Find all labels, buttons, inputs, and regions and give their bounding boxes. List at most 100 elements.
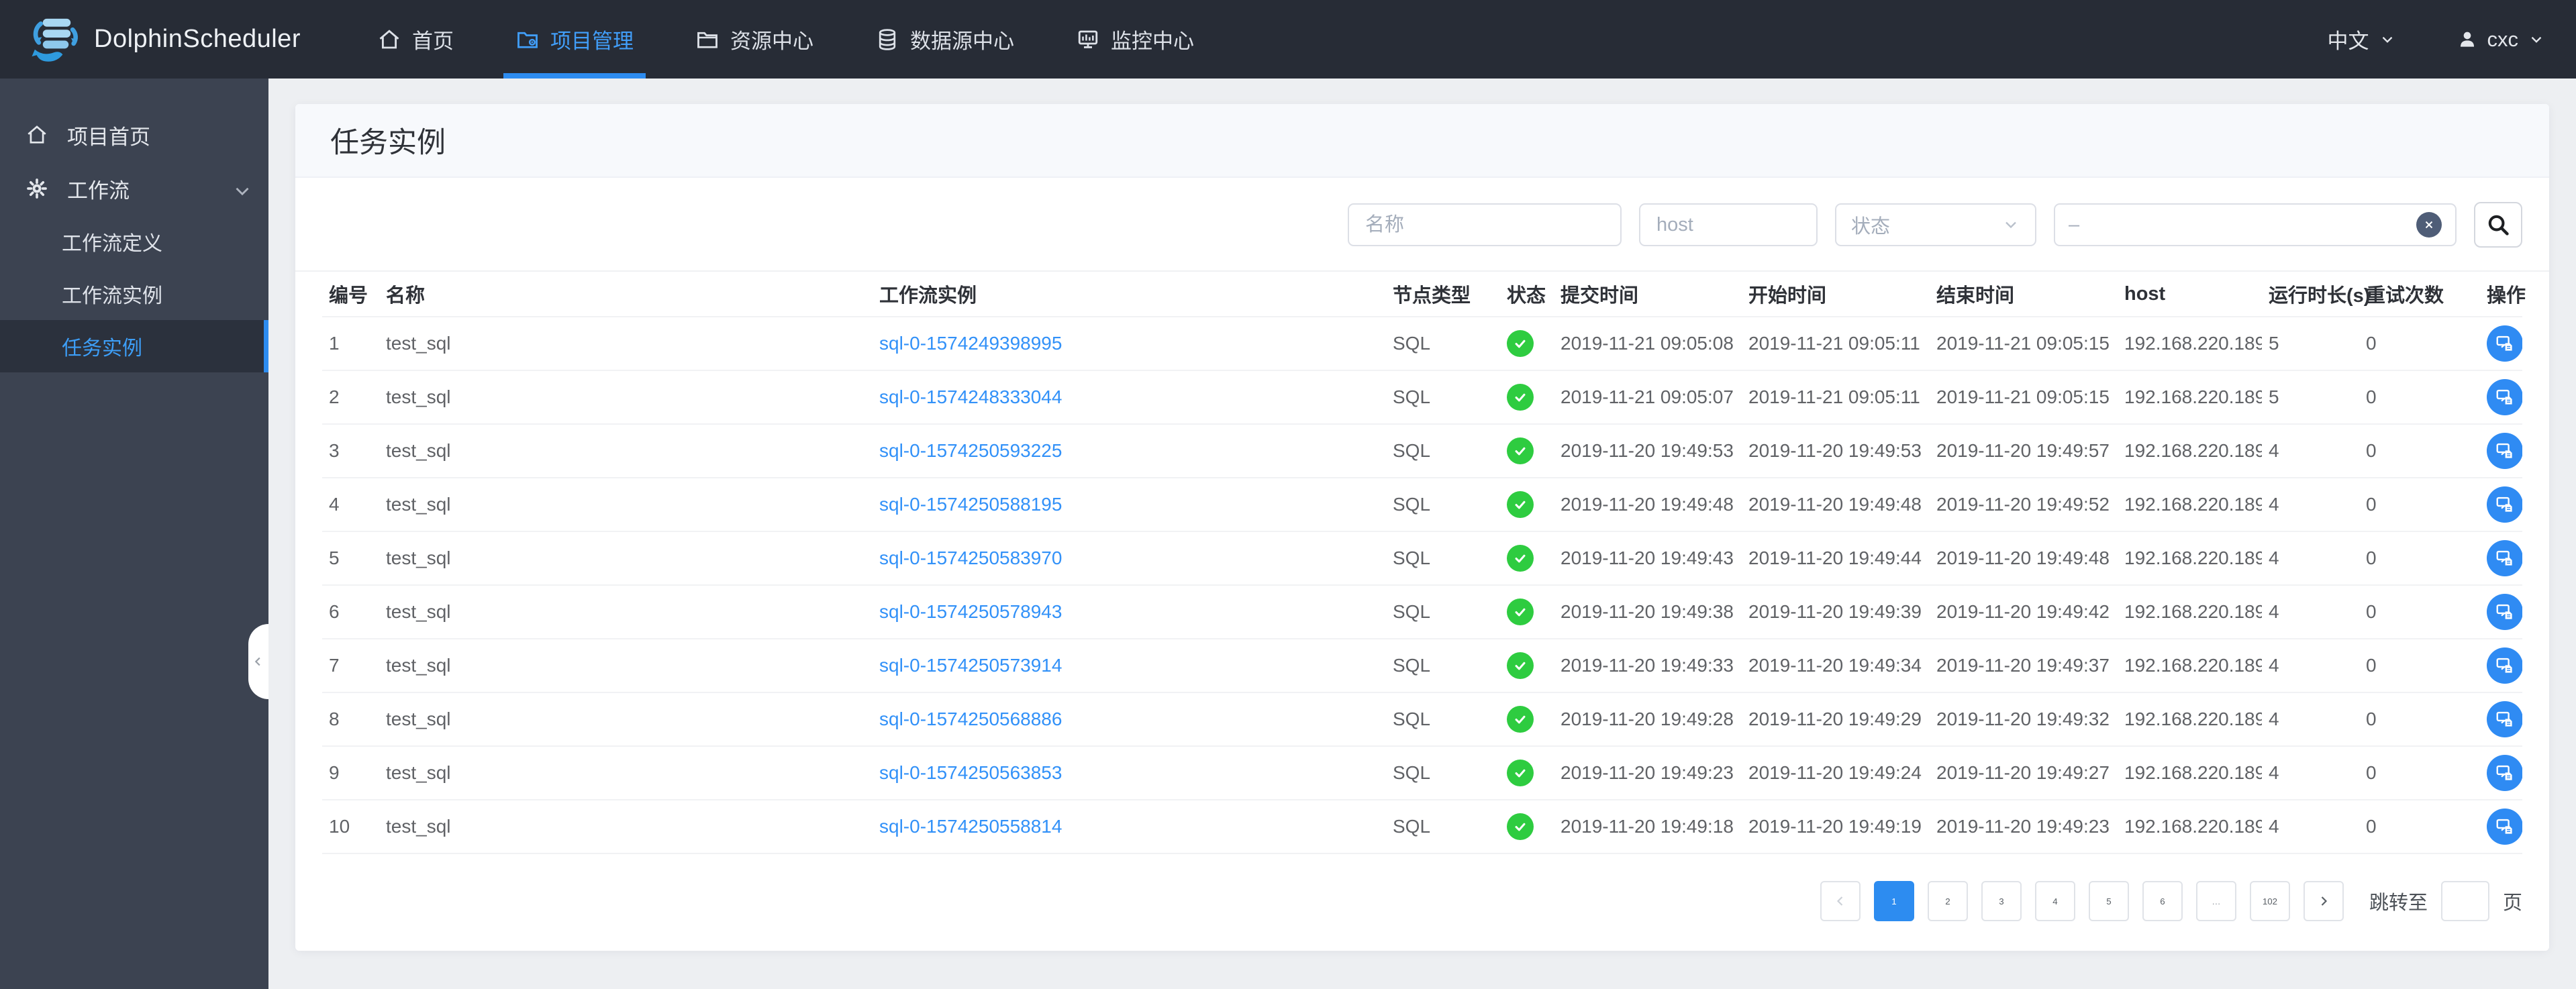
nav-item-label: 数据源中心 xyxy=(910,30,1014,53)
sidebar-item-工作流[interactable]: 工作流 xyxy=(0,162,268,215)
view-log-button[interactable] xyxy=(2487,647,2522,684)
view-log-button[interactable] xyxy=(2487,379,2522,415)
end-time: 2019-11-21 09:05:15 xyxy=(1936,386,2110,407)
clear-date-button[interactable] xyxy=(2416,212,2442,238)
page-button-5[interactable]: 5 xyxy=(2088,881,2129,921)
task-name-cell: test_sql xyxy=(379,386,873,408)
task-name-cell: test_sql xyxy=(379,816,873,837)
submit-time-cell: 2019-11-20 19:49:18 xyxy=(1554,816,1742,837)
workflow-instance-link[interactable]: sql-0-1574250558814 xyxy=(879,816,1062,837)
nav-item-首页[interactable]: 首页 xyxy=(346,0,485,79)
host-address: 192.168.220.189 xyxy=(2124,333,2262,354)
workflow-instance-link[interactable]: sql-0-1574250578943 xyxy=(879,601,1062,622)
nav-item-监控中心[interactable]: 监控中心 xyxy=(1045,0,1225,79)
page-ellipsis[interactable]: … xyxy=(2195,881,2236,921)
view-log-button[interactable] xyxy=(2487,594,2522,630)
column-header-状态: 状态 xyxy=(1507,285,1546,307)
start-time: 2019-11-21 09:05:11 xyxy=(1748,333,1920,354)
sidebar-item-任务实例[interactable]: 任务实例 xyxy=(0,320,268,372)
duration-seconds: 4 xyxy=(2269,762,2279,783)
workflow-instance-link[interactable]: sql-0-1574250568886 xyxy=(879,709,1062,729)
workflow-instance-link-cell: sql-0-1574249398995 xyxy=(873,333,1386,354)
duration-seconds-cell: 4 xyxy=(2262,440,2359,462)
app-logo[interactable]: DolphinScheduler xyxy=(31,15,319,64)
task-name: test_sql xyxy=(386,494,451,515)
nav-item-label: 首页 xyxy=(412,30,454,53)
view-log-button[interactable] xyxy=(2487,755,2522,791)
node-type-cell: SQL xyxy=(1386,762,1500,784)
submit-time-cell: 2019-11-20 19:49:33 xyxy=(1554,655,1742,676)
end-time: 2019-11-20 19:49:27 xyxy=(1936,762,2110,783)
submit-time: 2019-11-21 09:05:07 xyxy=(1561,386,1734,407)
duration-seconds: 4 xyxy=(2269,601,2279,622)
workflow-instance-link[interactable]: sql-0-1574250573914 xyxy=(879,655,1062,676)
host-filter-input[interactable] xyxy=(1639,203,1818,246)
end-time-cell: 2019-11-21 09:05:15 xyxy=(1930,333,2118,354)
page-button-6[interactable]: 6 xyxy=(2142,881,2183,921)
duration-seconds-cell: 5 xyxy=(2262,333,2359,354)
page-button-1[interactable]: 1 xyxy=(1873,881,1914,921)
retry-count: 0 xyxy=(2366,709,2377,729)
date-range-picker[interactable]: – xyxy=(2054,203,2457,246)
page-button-102[interactable]: 102 xyxy=(2249,881,2290,921)
nav-item-项目管理[interactable]: 项目管理 xyxy=(485,0,664,79)
node-type: SQL xyxy=(1393,655,1431,676)
page-button-4[interactable]: 4 xyxy=(2034,881,2075,921)
jump-page-input[interactable] xyxy=(2440,881,2489,921)
start-time: 2019-11-20 19:49:44 xyxy=(1748,548,1922,568)
sidebar-collapse-handle[interactable] xyxy=(248,624,268,699)
view-log-button[interactable] xyxy=(2487,701,2522,737)
retry-count-cell: 0 xyxy=(2359,762,2480,784)
column-header-host: host xyxy=(2124,282,2166,305)
name-filter-input[interactable] xyxy=(1348,203,1622,246)
duration-seconds: 4 xyxy=(2269,816,2279,837)
column-header-提交时间: 提交时间 xyxy=(1561,285,1639,307)
row-number-cell: 1 xyxy=(322,333,379,354)
workflow-instance-link[interactable]: sql-0-1574248333044 xyxy=(879,386,1062,407)
workflow-instance-link[interactable]: sql-0-1574250593225 xyxy=(879,440,1062,461)
workflow-instance-link[interactable]: sql-0-1574249398995 xyxy=(879,333,1062,354)
view-log-button[interactable] xyxy=(2487,540,2522,576)
sidebar-item-工作流定义[interactable]: 工作流定义 xyxy=(0,215,268,268)
start-time: 2019-11-20 19:49:24 xyxy=(1748,762,1922,783)
nav-item-资源中心[interactable]: 资源中心 xyxy=(664,0,844,79)
status-success-icon-cell xyxy=(1500,598,1554,625)
end-time-cell: 2019-11-20 19:49:27 xyxy=(1930,762,2118,784)
language-switcher[interactable]: 中文 xyxy=(2328,24,2396,54)
view-log-button[interactable] xyxy=(2487,433,2522,469)
host-address: 192.168.220.189 xyxy=(2124,655,2262,676)
user-menu[interactable]: cxc xyxy=(2457,28,2546,52)
sidebar-item-工作流实例[interactable]: 工作流实例 xyxy=(0,268,268,320)
workflow-instance-link[interactable]: sql-0-1574250583970 xyxy=(879,548,1062,568)
node-type-cell: SQL xyxy=(1386,655,1500,676)
nav-item-数据源中心[interactable]: 数据源中心 xyxy=(844,0,1045,79)
duration-seconds-cell: 4 xyxy=(2262,494,2359,515)
task-instance-card: 任务实例 状态 – 编号名称 工作流实例 节点类型 状态提交时间 开始时间 结束时间 hos… xyxy=(295,104,2549,951)
page-button-3[interactable]: 3 xyxy=(1981,881,2022,921)
submit-time: 2019-11-20 19:49:33 xyxy=(1561,655,1734,676)
view-log-button[interactable] xyxy=(2487,809,2522,845)
workflow-instance-link[interactable]: sql-0-1574250563853 xyxy=(879,762,1062,783)
end-time: 2019-11-20 19:49:57 xyxy=(1936,440,2110,461)
chevron-left-icon xyxy=(254,657,260,666)
view-log-button[interactable] xyxy=(2487,486,2522,523)
table-row: 2 test_sql sql-0-1574248333044 SQL 2019-11-2… xyxy=(322,370,2522,423)
column-header-节点类型: 节点类型 xyxy=(1393,285,1471,307)
prev-page-button[interactable] xyxy=(1820,881,1861,921)
resources-icon xyxy=(695,28,720,52)
workflow-instance-link[interactable]: sql-0-1574250588195 xyxy=(879,494,1062,515)
view-log-button[interactable] xyxy=(2487,325,2522,362)
search-button[interactable] xyxy=(2474,202,2522,248)
task-name-cell: test_sql xyxy=(379,655,873,676)
submit-time: 2019-11-20 19:49:28 xyxy=(1561,709,1734,729)
top-navigation-bar: DolphinScheduler 首页 项目管理 资源中心 数据源中心 监控中心 中文 … xyxy=(0,0,2576,79)
status-success-icon xyxy=(1507,491,1534,518)
sidebar-item-项目首页[interactable]: 项目首页 xyxy=(0,108,268,162)
sidebar-item-label: 项目首页 xyxy=(67,125,150,149)
task-name: test_sql xyxy=(386,816,451,837)
host-address: 192.168.220.189 xyxy=(2124,440,2262,461)
submit-time: 2019-11-20 19:49:43 xyxy=(1561,548,1734,568)
state-filter-select[interactable]: 状态 xyxy=(1835,203,2036,246)
page-button-2[interactable]: 2 xyxy=(1927,881,1968,921)
next-page-button[interactable] xyxy=(2303,881,2344,921)
